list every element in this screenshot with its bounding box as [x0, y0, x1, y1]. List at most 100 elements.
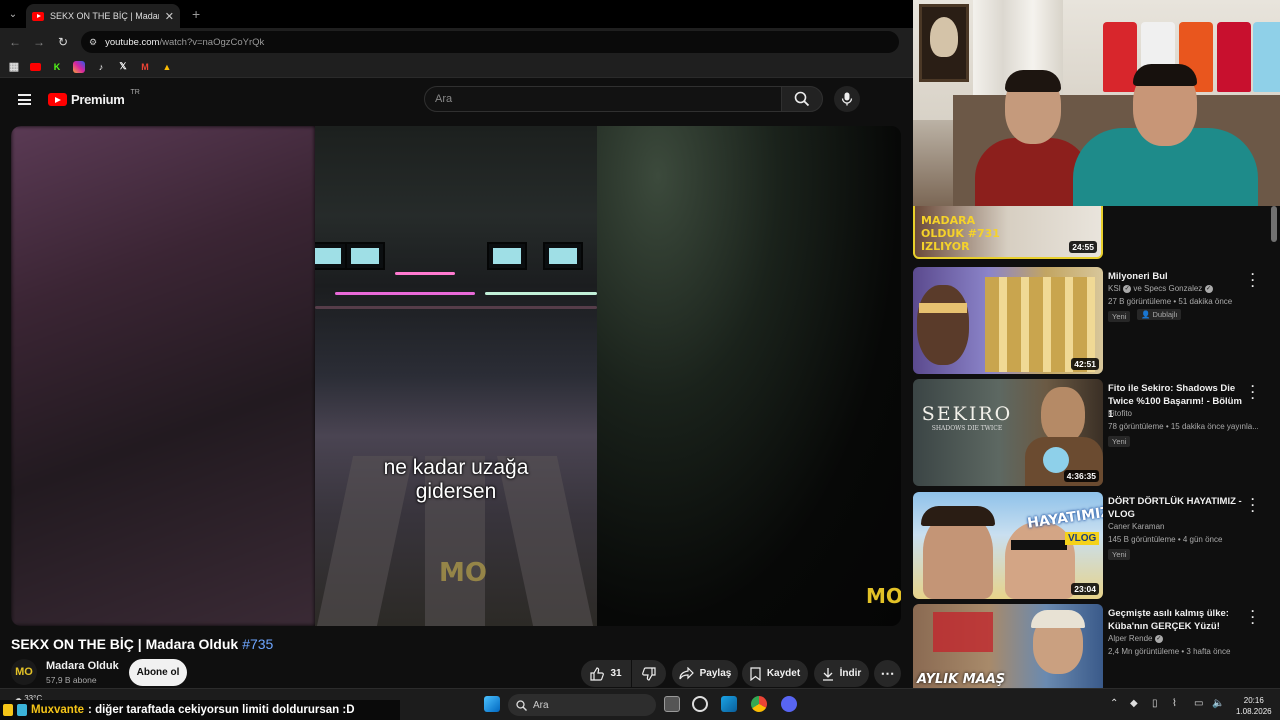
share-button[interactable]: Paylaş: [672, 660, 738, 687]
browser-tab[interactable]: SEKX ON THE BİÇ | Madara Olduk ✕: [26, 4, 180, 28]
channel-watermark-logo[interactable]: MO: [866, 584, 901, 608]
url-host: youtube.com: [105, 36, 160, 48]
recommendation-title[interactable]: Geçmişte asılı kalmış ülke: Küba'nın GER…: [1108, 607, 1248, 633]
youtube-premium-logo[interactable]: Premium TR: [48, 89, 140, 107]
app-icon[interactable]: [692, 696, 708, 712]
search-input[interactable]: Ara: [424, 86, 782, 112]
video-hashtag[interactable]: #735: [242, 636, 273, 652]
video-thumbnail[interactable]: MADARA OLDUK #731 IZLIYOR 24:55: [913, 206, 1103, 259]
new-badge: Yeni: [1108, 436, 1131, 447]
menu-icon[interactable]: [18, 94, 31, 105]
battery-icon[interactable]: ▯: [1152, 698, 1158, 709]
url-field[interactable]: ⚙ youtube.com/watch?v=naOgzCoYrQk: [81, 31, 899, 53]
youtube-header: Premium TR Ara: [0, 80, 913, 120]
recommendation-channel[interactable]: Caner Karaman: [1108, 522, 1164, 531]
recommendation-channel[interactable]: Fitofito: [1108, 409, 1132, 418]
reload-icon[interactable]: ↻: [51, 35, 75, 49]
video-duration: 24:55: [1069, 241, 1097, 253]
more-options-icon[interactable]: · · ·: [1250, 605, 1256, 629]
video-player[interactable]: ne kadar uzağa gidersen MO MO: [11, 126, 901, 626]
recommendation-channel[interactable]: KSI ✓ ve Specs Gonzalez ✓: [1108, 284, 1213, 293]
recommendation-item[interactable]: 42:51 Milyoneri Bul KSI ✓ ve Specs Gonza…: [913, 267, 1280, 375]
tray-app-icon[interactable]: ◆: [1130, 698, 1138, 709]
more-actions-button[interactable]: ⋯: [874, 660, 901, 687]
back-icon[interactable]: ←: [3, 35, 27, 49]
bookmarks-bar: ▦ K ♪ 𝕏 M ▲: [0, 56, 913, 78]
start-menu-icon[interactable]: [484, 696, 500, 712]
task-view-icon[interactable]: [664, 696, 680, 712]
brand-text: Premium: [71, 92, 125, 107]
forward-icon[interactable]: →: [27, 35, 51, 49]
video-title: SEKX ON THE BİÇ | Madara Olduk #735: [11, 636, 273, 652]
search-icon: [516, 699, 527, 711]
more-horizontal-icon: ⋯: [880, 665, 895, 681]
search-icon: [794, 91, 810, 107]
tiktok-bookmark-icon[interactable]: ♪: [95, 61, 107, 73]
recommendation-item[interactable]: AYLIK MAAŞ Geçmişte asılı kalmış ülke: K…: [913, 604, 1280, 688]
video-thumbnail[interactable]: 42:51: [913, 267, 1103, 374]
channel-name[interactable]: Madara Olduk: [46, 660, 119, 672]
dubbed-label: Dublajlı: [1152, 310, 1178, 319]
download-button[interactable]: İndir: [814, 660, 869, 687]
thumbnail-subtext: SHADOWS DIE TWICE: [931, 425, 1003, 432]
drive-bookmark-icon[interactable]: ▲: [161, 61, 173, 73]
more-options-icon[interactable]: · · ·: [1250, 493, 1256, 517]
recommendation-title[interactable]: Milyoneri Bul: [1108, 270, 1248, 283]
display-icon[interactable]: ▭: [1194, 698, 1203, 709]
volume-icon[interactable]: 🔈: [1212, 698, 1224, 709]
more-options-icon[interactable]: · · ·: [1250, 268, 1256, 292]
close-tab-icon[interactable]: ✕: [165, 10, 174, 23]
subscribe-button[interactable]: Abone ol: [129, 659, 187, 686]
recommendation-channel[interactable]: Alper Rende ✓: [1108, 634, 1163, 643]
dislike-button[interactable]: [632, 660, 666, 687]
recommendation-item[interactable]: HAYATIMIZ VLOG 23:04 DÖRT DÖRTLÜK HAYATI…: [913, 492, 1280, 600]
new-tab-icon[interactable]: +: [192, 6, 200, 22]
chrome-icon[interactable]: [751, 696, 767, 712]
share-icon: [679, 667, 694, 680]
channel-avatar[interactable]: MO: [11, 659, 37, 685]
blurred-background-right: [597, 126, 901, 626]
system-clock[interactable]: 20:16 1.08.2026: [1236, 695, 1272, 717]
microphone-icon: [841, 92, 853, 106]
video-caption: ne kadar uzağa gidersen: [315, 456, 597, 504]
voice-search-button[interactable]: [834, 86, 860, 112]
recommendation-item[interactable]: MADARA OLDUK #731 IZLIYOR 24:55: [913, 206, 1280, 260]
recommendation-meta: 145 B görüntüleme • 4 gün önce: [1108, 535, 1223, 544]
kick-bookmark-icon[interactable]: K: [51, 61, 63, 73]
instagram-bookmark-icon[interactable]: [73, 60, 85, 73]
blurred-background-left: [11, 126, 315, 626]
more-options-icon[interactable]: · · ·: [1250, 380, 1256, 404]
like-count: 31: [610, 668, 622, 679]
taskbar-search-label: Ara: [533, 699, 549, 711]
video-thumbnail[interactable]: HAYATIMIZ VLOG 23:04: [913, 492, 1103, 599]
channel-name-part: Alper Rende: [1108, 634, 1153, 643]
subscriber-count: 57,9 B abone: [46, 675, 97, 685]
share-label: Paylaş: [699, 668, 732, 679]
like-button[interactable]: 31: [581, 660, 631, 687]
file-explorer-icon[interactable]: [721, 696, 737, 712]
thumbnail-subtext: VLOG: [1065, 532, 1100, 545]
thumbnail-text: AYLIK MAAŞ: [917, 672, 1006, 687]
site-info-icon[interactable]: ⚙: [89, 37, 97, 48]
apps-grid-icon[interactable]: ▦: [8, 61, 20, 73]
video-thumbnail[interactable]: AYLIK MAAŞ: [913, 604, 1103, 688]
recommendation-title[interactable]: DÖRT DÖRTLÜK HAYATIMIZ - VLOG: [1108, 495, 1248, 521]
show-hidden-icons[interactable]: ⌃: [1110, 698, 1118, 709]
tab-search-icon[interactable]: ⌄: [0, 9, 26, 20]
search-button[interactable]: [781, 86, 823, 112]
chat-message-overlay: Muxvante : diğer taraftada cekiyorsun li…: [0, 700, 400, 720]
bookmark-icon: [750, 666, 761, 681]
network-icon[interactable]: ⌇: [1172, 698, 1177, 709]
channel-collab-name: ve Specs Gonzalez: [1133, 284, 1203, 293]
save-button[interactable]: Kaydet: [742, 660, 808, 687]
youtube-bookmark-icon[interactable]: [30, 62, 41, 71]
voice-icon: 👤: [1141, 310, 1151, 319]
discord-icon[interactable]: [781, 696, 797, 712]
gmail-bookmark-icon[interactable]: M: [139, 61, 151, 73]
clock-time: 20:16: [1243, 696, 1264, 705]
recommendation-item[interactable]: SEKIRO SHADOWS DIE TWICE 4:36:35 Fito il…: [913, 379, 1280, 487]
video-thumbnail[interactable]: SEKIRO SHADOWS DIE TWICE 4:36:35: [913, 379, 1103, 486]
recommendations-scrollbar[interactable]: [1271, 206, 1277, 242]
taskbar-search[interactable]: Ara: [508, 694, 656, 716]
x-bookmark-icon[interactable]: 𝕏: [117, 61, 129, 73]
